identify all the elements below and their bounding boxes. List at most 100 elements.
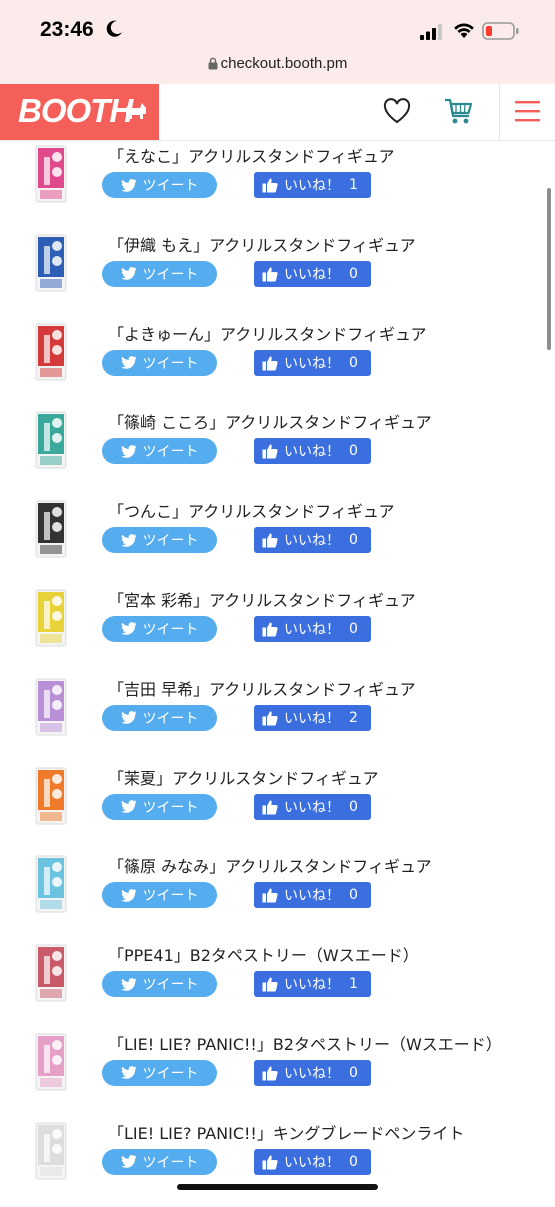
product-title[interactable]: 「よきゅーん」アクリルスタンドフィギュア — [108, 321, 427, 345]
twitter-bird-icon — [120, 533, 136, 547]
tweet-button[interactable]: ツイート — [102, 704, 217, 731]
product-title[interactable]: 「LIE! LIE? PANIC!!」B2タペストリー（Wスエード） — [108, 1031, 502, 1055]
thumbs-up-icon — [262, 1155, 278, 1170]
tweet-button[interactable]: ツイート — [102, 438, 217, 465]
product-title[interactable]: 「茉夏」アクリルスタンドフィギュア — [108, 765, 379, 789]
product-title[interactable]: 「えなこ」アクリルスタンドフィギュア — [108, 143, 395, 167]
menu-icon[interactable] — [515, 100, 540, 122]
battery-icon — [482, 22, 519, 40]
like-button[interactable]: いいね！ 0 — [254, 793, 371, 820]
like-button[interactable]: いいね！ 0 — [254, 615, 371, 642]
like-count: 2 — [349, 709, 358, 726]
product-thumbnail[interactable] — [30, 589, 72, 647]
signal-icon — [420, 24, 442, 40]
like-label: いいね！ — [284, 355, 340, 372]
tweet-label: ツイート — [142, 444, 199, 461]
like-button[interactable]: いいね！ 0 — [254, 349, 371, 376]
lock-icon — [208, 57, 218, 70]
tweet-button[interactable]: ツイート — [102, 1059, 217, 1086]
list-item: 「吉田 早希」アクリルスタンドフィギュア ツイート いいね！ 2 — [0, 674, 555, 763]
thumbs-up-icon — [262, 977, 278, 992]
product-thumbnail[interactable] — [30, 855, 72, 913]
product-title[interactable]: 「宮本 彩希」アクリルスタンドフィギュア — [108, 587, 416, 611]
product-thumbnail[interactable] — [30, 678, 72, 736]
product-title[interactable]: 「篠崎 こころ」アクリルスタンドフィギュア — [108, 409, 432, 433]
tweet-button[interactable]: ツイート — [102, 793, 217, 820]
tweet-label: ツイート — [142, 710, 199, 727]
like-label: いいね！ — [284, 977, 340, 994]
like-label: いいね！ — [284, 621, 340, 638]
like-count: 1 — [349, 976, 358, 993]
like-count: 0 — [349, 532, 358, 549]
twitter-bird-icon — [120, 622, 136, 636]
tweet-label: ツイート — [142, 799, 199, 816]
tweet-button[interactable]: ツイート — [102, 172, 217, 198]
tweet-label: ツイート — [142, 1154, 199, 1171]
logo-mascot-icon — [126, 103, 146, 119]
product-title[interactable]: 「つんこ」アクリルスタンドフィギュア — [108, 498, 395, 522]
like-button[interactable]: いいね！ 0 — [254, 260, 371, 287]
like-count: 0 — [349, 354, 358, 371]
product-thumbnail[interactable] — [30, 944, 72, 1002]
list-item: 「えなこ」アクリルスタンドフィギュア ツイート いいね！ 1 — [0, 141, 555, 230]
product-title[interactable]: 「LIE! LIE? PANIC!!」キングブレードペンライト — [108, 1120, 464, 1144]
like-count: 1 — [349, 177, 358, 193]
thumbs-up-icon — [262, 533, 278, 548]
site-header: BOOTH — [0, 84, 555, 141]
tweet-label: ツイート — [142, 977, 199, 994]
like-count: 0 — [349, 1153, 358, 1170]
like-button[interactable]: いいね！ 1 — [254, 172, 371, 198]
like-button[interactable]: いいね！ 0 — [254, 438, 371, 465]
like-label: いいね！ — [284, 1154, 340, 1171]
product-thumbnail[interactable] — [30, 234, 72, 292]
thumbs-up-icon — [262, 622, 278, 637]
product-thumbnail[interactable] — [30, 411, 72, 469]
like-button[interactable]: いいね！ 1 — [254, 971, 371, 998]
thumbs-up-icon — [262, 356, 278, 371]
product-thumbnail[interactable] — [30, 1033, 72, 1091]
status-time: 23:46 — [40, 18, 94, 41]
product-title[interactable]: 「伊織 もえ」アクリルスタンドフィギュア — [108, 232, 416, 256]
like-button[interactable]: いいね！ 0 — [254, 1059, 371, 1086]
product-title[interactable]: 「吉田 早希」アクリルスタンドフィギュア — [108, 676, 416, 700]
list-item: 「宮本 彩希」アクリルスタンドフィギュア ツイート いいね！ 0 — [0, 585, 555, 674]
tweet-button[interactable]: ツイート — [102, 615, 217, 642]
product-thumbnail[interactable] — [30, 145, 72, 203]
tweet-button[interactable]: ツイート — [102, 260, 217, 287]
url-text: checkout.booth.pm — [220, 55, 348, 72]
thumbs-up-icon — [262, 178, 278, 193]
list-item: 「PPE41」B2タペストリー（Wスエード） ツイート いいね！ 1 — [0, 940, 555, 1029]
like-button[interactable]: いいね！ 0 — [254, 527, 371, 554]
product-title[interactable]: 「PPE41」B2タペストリー（Wスエード） — [108, 942, 419, 966]
like-label: いいね！ — [284, 799, 340, 816]
heart-icon[interactable] — [383, 98, 411, 124]
tweet-label: ツイート — [142, 533, 199, 550]
address-bar[interactable]: checkout.booth.pm — [0, 55, 555, 72]
tweet-button[interactable]: ツイート — [102, 527, 217, 554]
product-thumbnail[interactable] — [30, 323, 72, 381]
thumbs-up-icon — [262, 888, 278, 903]
tweet-button[interactable]: ツイート — [102, 1148, 217, 1175]
like-button[interactable]: いいね！ 0 — [254, 1148, 371, 1175]
product-thumbnail[interactable] — [30, 767, 72, 825]
like-count: 0 — [349, 887, 358, 904]
like-button[interactable]: いいね！ 0 — [254, 882, 371, 909]
twitter-bird-icon — [120, 889, 136, 902]
list-item: 「LIE! LIE? PANIC!!」キングブレードペンライト ツイート いいね… — [0, 1118, 555, 1207]
tweet-button[interactable]: ツイート — [102, 971, 217, 998]
twitter-bird-icon — [120, 800, 136, 813]
thumbs-up-icon — [262, 711, 278, 726]
tweet-button[interactable]: ツイート — [102, 882, 217, 909]
like-button[interactable]: いいね！ 2 — [254, 704, 371, 731]
tweet-button[interactable]: ツイート — [102, 349, 217, 376]
like-label: いいね！ — [284, 444, 340, 461]
cart-icon[interactable] — [444, 96, 474, 126]
product-thumbnail[interactable] — [30, 500, 72, 558]
thumbs-up-icon — [262, 800, 278, 815]
like-count: 0 — [349, 443, 358, 460]
twitter-bird-icon — [120, 178, 136, 192]
product-thumbnail[interactable] — [30, 1122, 72, 1180]
product-title[interactable]: 「篠原 みなみ」アクリルスタンドフィギュア — [108, 853, 432, 877]
twitter-bird-icon — [120, 1155, 136, 1169]
booth-logo[interactable]: BOOTH — [0, 84, 159, 140]
